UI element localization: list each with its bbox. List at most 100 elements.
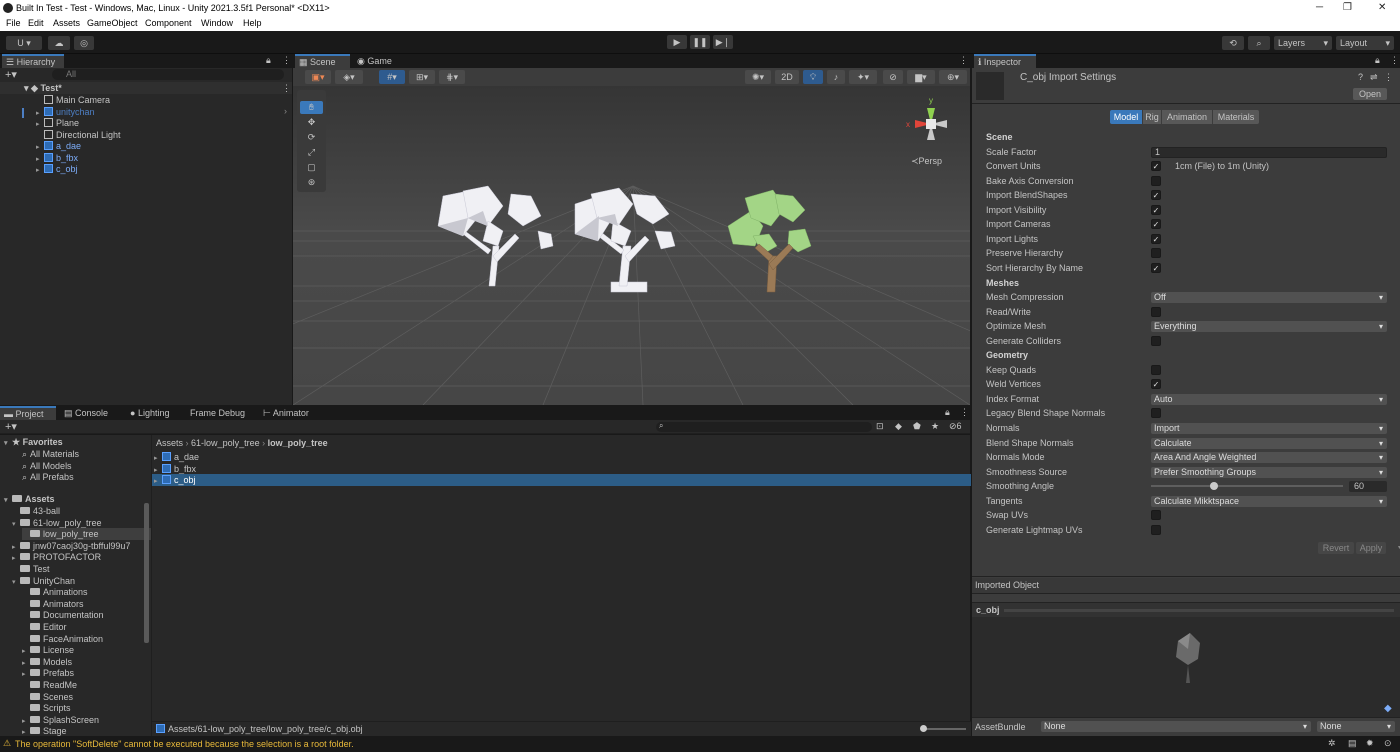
scene-viewport[interactable]: ✋︎ ✥ ⟳ ⤢ ▢ ⊛ y x ≺Persp bbox=[293, 86, 970, 405]
tree-c-obj[interactable] bbox=[293, 86, 970, 405]
setting-checkbox[interactable]: ✓ bbox=[1151, 219, 1161, 230]
icon-size-thumb[interactable] bbox=[920, 725, 927, 732]
auto-refresh-icon[interactable]: ⊙ bbox=[1384, 738, 1392, 749]
search-icon[interactable]: ⌕ bbox=[1248, 36, 1270, 50]
menu-file[interactable]: File bbox=[6, 18, 21, 28]
setting-checkbox[interactable]: ✓ bbox=[1151, 379, 1161, 390]
label-tag-icon[interactable]: ◆ bbox=[1384, 703, 1392, 714]
file-item[interactable]: ▸ a_dae bbox=[152, 451, 971, 463]
render-mode-icon[interactable]: ◈▾ bbox=[335, 70, 363, 84]
setting-checkbox[interactable]: ✓ bbox=[1151, 190, 1161, 201]
preset-icon[interactable]: ⇌ bbox=[1370, 72, 1378, 83]
assetbundle-dropdown[interactable]: None bbox=[1041, 721, 1311, 732]
folder-item[interactable]: ▸ Models bbox=[22, 656, 72, 668]
create-icon[interactable]: +▾ bbox=[5, 420, 17, 433]
menu-assets[interactable]: Assets bbox=[53, 18, 80, 28]
gizmos-icon[interactable]: ⊕▾ bbox=[939, 70, 967, 84]
play-button[interactable]: ▶ bbox=[667, 35, 687, 49]
assets-header[interactable]: ▾ Assets bbox=[4, 493, 55, 505]
setting-checkbox[interactable] bbox=[1151, 524, 1161, 535]
folder-item[interactable]: low_poly_tree bbox=[22, 528, 151, 541]
folder-item[interactable]: ▾ 61-low_poly_tree bbox=[12, 517, 102, 529]
folder-item[interactable]: ▸ Prefabs bbox=[22, 667, 74, 679]
transform-tool-icon[interactable]: ⊛ bbox=[300, 176, 323, 189]
add-icon[interactable]: +▾ bbox=[5, 68, 17, 81]
maximize-icon[interactable]: ❐ bbox=[1343, 2, 1352, 13]
snap-icon[interactable]: ⊞▾ bbox=[409, 70, 435, 84]
hierarchy-search-input[interactable]: All bbox=[52, 69, 284, 80]
layers-dropdown[interactable]: Layers ▾ bbox=[1274, 36, 1332, 50]
tab-game[interactable]: ◉ Game bbox=[353, 54, 398, 68]
hierarchy-item[interactable]: ▸ a_dae bbox=[36, 140, 81, 152]
cloud-icon[interactable]: ☁ bbox=[48, 36, 70, 50]
step-button[interactable]: ▶❘ bbox=[713, 35, 733, 49]
cache-server-icon[interactable]: ▤ bbox=[1348, 738, 1357, 749]
more-icon[interactable]: ⋮ bbox=[282, 55, 291, 66]
search-by-label-icon[interactable]: ◆ bbox=[895, 421, 902, 432]
hierarchy-item[interactable]: ▸ b_fbx bbox=[36, 152, 78, 164]
tab-rig[interactable]: Rig bbox=[1143, 110, 1161, 124]
setting-checkbox[interactable]: ✓ bbox=[1151, 233, 1161, 244]
tab-materials[interactable]: Materials bbox=[1213, 110, 1259, 124]
folder-item[interactable]: Test bbox=[12, 563, 50, 575]
folder-item[interactable]: ▸ License bbox=[22, 644, 74, 656]
favorite-icon[interactable]: ★ bbox=[931, 421, 939, 432]
debug-icon[interactable]: ✹ bbox=[1366, 738, 1374, 749]
apply-button[interactable]: Apply bbox=[1356, 542, 1386, 554]
tab-project[interactable]: ▬ Project bbox=[0, 406, 56, 420]
tab-lighting[interactable]: ● Lighting bbox=[126, 406, 182, 420]
rect-tool-icon[interactable]: ▢ bbox=[300, 161, 323, 174]
scene-menu-icon[interactable]: ⋮ bbox=[282, 82, 291, 94]
project-search-input[interactable]: ⌕ bbox=[656, 421, 872, 432]
folder-item[interactable]: 43-ball bbox=[12, 505, 60, 517]
move-tool-icon[interactable]: ✥ bbox=[300, 116, 323, 129]
setting-checkbox[interactable] bbox=[1151, 335, 1161, 346]
file-item[interactable]: ▸ c_obj bbox=[152, 474, 971, 486]
favorite-item[interactable]: ⌕ All Prefabs bbox=[22, 471, 74, 483]
tab-model[interactable]: Model bbox=[1110, 110, 1142, 124]
folder-item[interactable]: Documentation bbox=[22, 609, 104, 621]
setting-dropdown[interactable]: Calculate Mikktspace bbox=[1151, 495, 1387, 507]
folder-item[interactable]: Editor bbox=[22, 621, 67, 633]
icon-size-slider[interactable] bbox=[922, 728, 966, 730]
folder-item[interactable]: ReadMe bbox=[22, 679, 77, 691]
hierarchy-item[interactable]: ▸ Plane bbox=[36, 117, 79, 129]
scene-camera-icon[interactable]: ▆▾ bbox=[907, 70, 935, 84]
revert-button[interactable]: Revert bbox=[1318, 542, 1354, 554]
folder-item[interactable]: Scripts bbox=[22, 702, 71, 714]
tab-inspector[interactable]: ℹ Inspector bbox=[974, 54, 1036, 68]
tab-hierarchy[interactable]: ☰ Hierarchy bbox=[2, 54, 64, 68]
smoothing-angle-slider[interactable] bbox=[1151, 485, 1343, 488]
breadcrumb-61-low-poly-tree[interactable]: 61-low_poly_tree bbox=[191, 438, 260, 448]
setting-checkbox[interactable] bbox=[1151, 408, 1161, 419]
favorites-header[interactable]: ▾ ★ Favorites bbox=[4, 436, 63, 448]
menu-gameobject[interactable]: GameObject bbox=[87, 18, 138, 28]
setting-checkbox[interactable]: ✓ bbox=[1151, 204, 1161, 215]
close-icon[interactable]: ✕ bbox=[1378, 2, 1386, 13]
setting-checkbox[interactable] bbox=[1151, 175, 1161, 186]
preview-drag-bar[interactable] bbox=[1004, 609, 1394, 612]
persp-label[interactable]: ≺Persp bbox=[911, 156, 942, 167]
menu-window[interactable]: Window bbox=[201, 18, 233, 28]
menu-edit[interactable]: Edit bbox=[28, 18, 44, 28]
smoothing-angle-input[interactable]: 60 bbox=[1349, 481, 1387, 493]
more-icon[interactable]: ⋮ bbox=[959, 55, 968, 66]
hidden-packages-icon[interactable]: ⊘6 bbox=[949, 421, 962, 432]
folder-item[interactable]: ▾ UnityChan bbox=[12, 575, 75, 587]
favorite-item[interactable]: ⌕ All Models bbox=[22, 460, 72, 472]
tab-frame-debug[interactable]: Frame Debug bbox=[186, 406, 252, 420]
collab-icon[interactable]: ◎ bbox=[74, 36, 94, 50]
hidden-objects-icon[interactable]: ⊘ bbox=[883, 70, 903, 84]
audio-icon[interactable]: ♪ bbox=[827, 70, 845, 84]
setting-checkbox[interactable] bbox=[1151, 306, 1161, 317]
folder-item[interactable]: ▸ SplashScreen bbox=[22, 714, 99, 726]
open-button[interactable]: Open bbox=[1353, 88, 1387, 100]
more-icon[interactable]: ⋮ bbox=[960, 407, 969, 418]
pause-button[interactable]: ❚❚ bbox=[690, 35, 710, 49]
setting-dropdown[interactable]: Off bbox=[1151, 292, 1387, 304]
expand-arrow-icon[interactable]: ▸ bbox=[22, 727, 30, 736]
hierarchy-item[interactable]: Directional Light bbox=[36, 129, 121, 141]
search-by-type-icon[interactable]: ⊡ bbox=[876, 421, 884, 432]
folder-item[interactable]: Animators bbox=[22, 598, 84, 610]
more-icon[interactable]: ⋮ bbox=[1384, 72, 1393, 83]
